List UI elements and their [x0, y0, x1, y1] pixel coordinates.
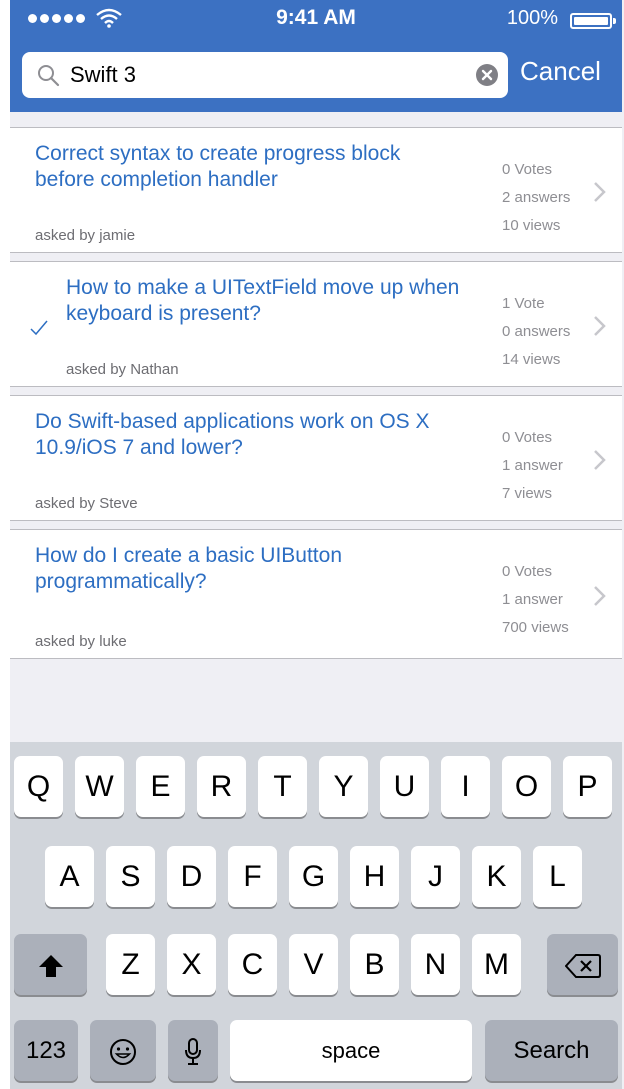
- votes-count: 0 Votes: [502, 161, 553, 178]
- views-count: 700 views: [502, 619, 569, 636]
- key-z[interactable]: Z: [106, 934, 155, 995]
- screen: 9:41 AM 100% Swift 3 Cancel Correct synt…: [10, 0, 622, 1089]
- result-row[interactable]: Correct syntax to create progress block …: [10, 127, 622, 253]
- key-j[interactable]: J: [411, 846, 460, 907]
- answers-count: 0 answers: [502, 323, 571, 340]
- dictation-key[interactable]: [168, 1020, 218, 1081]
- key-r[interactable]: R: [197, 756, 246, 817]
- emoji-key[interactable]: [90, 1020, 156, 1081]
- battery-icon: [570, 13, 616, 29]
- cancel-button[interactable]: Cancel: [520, 56, 620, 87]
- space-key[interactable]: space: [230, 1020, 472, 1081]
- question-stats: 0 Votes 2 answers 10 views: [502, 156, 570, 240]
- key-h[interactable]: H: [350, 846, 399, 907]
- checkmark-icon: [30, 320, 48, 336]
- result-row[interactable]: Do Swift-based applications work on OS X…: [10, 395, 622, 521]
- search-field[interactable]: Swift 3: [22, 52, 508, 98]
- key-n[interactable]: N: [411, 934, 460, 995]
- key-y[interactable]: Y: [319, 756, 368, 817]
- question-author: asked by luke: [35, 633, 127, 650]
- question-title[interactable]: Do Swift-based applications work on OS X…: [35, 409, 465, 461]
- key-f[interactable]: F: [228, 846, 277, 907]
- question-author: asked by jamie: [35, 227, 136, 244]
- key-i[interactable]: I: [441, 756, 490, 817]
- left-edge: [0, 0, 10, 1089]
- microphone-icon: [185, 1038, 201, 1066]
- votes-count: 1 Vote: [502, 295, 545, 312]
- key-t[interactable]: T: [258, 756, 307, 817]
- key-d[interactable]: D: [167, 846, 216, 907]
- key-w[interactable]: W: [75, 756, 124, 817]
- keyboard: Q W E R T Y U I O P A S D F G H J K L Z …: [10, 742, 622, 1089]
- question-author: asked by Nathan: [66, 361, 179, 378]
- question-stats: 1 Vote 0 answers 14 views: [502, 290, 570, 374]
- chevron-right-icon: [594, 182, 606, 202]
- search-input[interactable]: Swift 3: [70, 62, 136, 88]
- numbers-key[interactable]: 123: [14, 1020, 78, 1081]
- views-count: 7 views: [502, 485, 553, 502]
- key-c[interactable]: C: [228, 934, 277, 995]
- question-title[interactable]: How to make a UITextField move up when k…: [66, 275, 466, 327]
- key-k[interactable]: K: [472, 846, 521, 907]
- key-u[interactable]: U: [380, 756, 429, 817]
- key-a[interactable]: A: [45, 846, 94, 907]
- header: 9:41 AM 100% Swift 3 Cancel: [10, 0, 622, 112]
- battery-percentage: 100%: [506, 7, 558, 29]
- search-icon: [38, 65, 60, 87]
- views-count: 10 views: [502, 217, 561, 234]
- key-e[interactable]: E: [136, 756, 185, 817]
- views-count: 14 views: [502, 351, 561, 368]
- question-author: asked by Steve: [35, 495, 138, 512]
- key-v[interactable]: V: [289, 934, 338, 995]
- key-b[interactable]: B: [350, 934, 399, 995]
- votes-count: 0 Votes: [502, 563, 553, 580]
- chevron-right-icon: [594, 316, 606, 336]
- key-x[interactable]: X: [167, 934, 216, 995]
- question-stats: 0 Votes 1 answer 7 views: [502, 424, 563, 508]
- key-g[interactable]: G: [289, 846, 338, 907]
- answers-count: 1 answer: [502, 591, 563, 608]
- status-bar: 9:41 AM 100%: [10, 0, 622, 40]
- clear-search-icon[interactable]: [476, 64, 498, 86]
- key-p[interactable]: P: [563, 756, 612, 817]
- answers-count: 1 answer: [502, 457, 563, 474]
- delete-icon: [564, 954, 601, 979]
- key-m[interactable]: M: [472, 934, 521, 995]
- key-s[interactable]: S: [106, 846, 155, 907]
- answers-count: 2 answers: [502, 189, 571, 206]
- result-row[interactable]: How do I create a basic UIButton program…: [10, 529, 622, 659]
- delete-key[interactable]: [547, 934, 618, 995]
- result-row[interactable]: How to make a UITextField move up when k…: [10, 261, 622, 387]
- question-stats: 0 Votes 1 answer 700 views: [502, 558, 569, 642]
- question-title[interactable]: How do I create a basic UIButton program…: [35, 543, 465, 595]
- key-q[interactable]: Q: [14, 756, 63, 817]
- emoji-icon: [110, 1039, 136, 1066]
- search-return-key[interactable]: Search: [485, 1020, 618, 1081]
- results-list: Correct syntax to create progress block …: [10, 127, 622, 659]
- votes-count: 0 Votes: [502, 429, 553, 446]
- key-l[interactable]: L: [533, 846, 582, 907]
- key-o[interactable]: O: [502, 756, 551, 817]
- shift-key[interactable]: [14, 934, 87, 995]
- shift-icon: [38, 955, 63, 978]
- question-title[interactable]: Correct syntax to create progress block …: [35, 141, 465, 193]
- chevron-right-icon: [594, 586, 606, 606]
- chevron-right-icon: [594, 450, 606, 470]
